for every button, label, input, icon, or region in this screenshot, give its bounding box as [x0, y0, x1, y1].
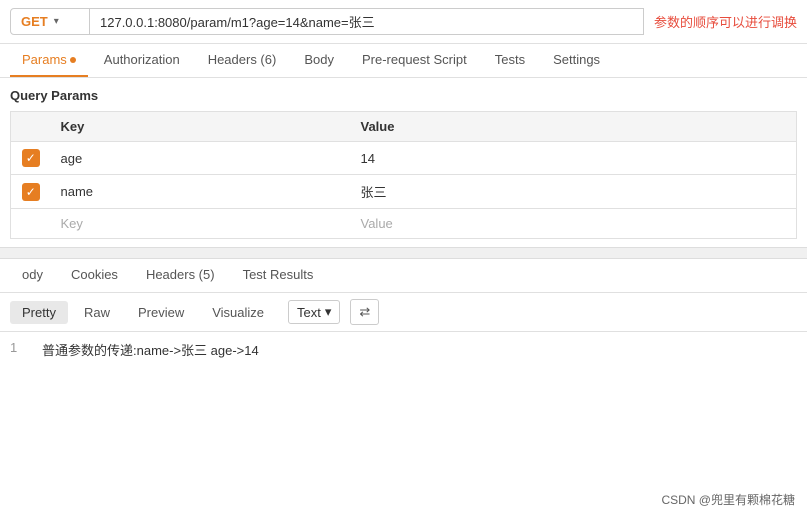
- watermark: CSDN @兜里有颗棉花糖: [661, 491, 795, 508]
- col-check: [11, 112, 51, 142]
- text-format-select[interactable]: Text ▾: [288, 300, 340, 324]
- key-placeholder: Key: [61, 216, 83, 231]
- btn-pretty[interactable]: Pretty: [10, 301, 68, 324]
- chevron-down-icon: ▾: [325, 304, 332, 320]
- checkbox-cell[interactable]: ✓: [11, 175, 51, 209]
- checkbox-cell[interactable]: ✓: [11, 142, 51, 175]
- params-table: Key Value ✓ age 14 ✓ name 张三: [10, 111, 797, 239]
- method-select[interactable]: GET ▾: [10, 8, 90, 35]
- params-dot: [70, 57, 76, 63]
- wrap-icon: ⇄: [359, 304, 370, 320]
- tab-authorization[interactable]: Authorization: [92, 44, 192, 77]
- section-divider: [0, 247, 807, 259]
- text-format-label: Text: [297, 305, 321, 320]
- key-cell-name[interactable]: name: [51, 175, 351, 209]
- tab-cookies[interactable]: Cookies: [59, 259, 130, 292]
- tab-tests[interactable]: Tests: [483, 44, 537, 77]
- btn-visualize[interactable]: Visualize: [200, 301, 276, 324]
- format-bar: Pretty Raw Preview Visualize Text ▾ ⇄: [0, 293, 807, 332]
- key-cell-empty[interactable]: Key: [51, 209, 351, 239]
- tab-test-results[interactable]: Test Results: [231, 259, 326, 292]
- line-number: 1: [10, 340, 26, 359]
- table-row: ✓ age 14: [11, 142, 797, 175]
- query-params-section: Query Params Key Value ✓ age 14 ✓ name: [0, 78, 807, 239]
- col-value: Value: [351, 112, 797, 142]
- table-row-empty: Key Value: [11, 209, 797, 239]
- btn-raw[interactable]: Raw: [72, 301, 122, 324]
- url-input[interactable]: [90, 8, 644, 35]
- btn-preview[interactable]: Preview: [126, 301, 196, 324]
- tab-headers-response[interactable]: Headers (5): [134, 259, 227, 292]
- tab-headers[interactable]: Headers (6): [196, 44, 289, 77]
- method-text: GET: [21, 14, 48, 29]
- url-hint: 参数的顺序可以进行调换: [654, 12, 797, 31]
- key-cell-age[interactable]: age: [51, 142, 351, 175]
- request-tab-bar: Params Authorization Headers (6) Body Pr…: [0, 44, 807, 78]
- checkbox-name[interactable]: ✓: [22, 183, 40, 201]
- tab-prerequest[interactable]: Pre-request Script: [350, 44, 479, 77]
- value-cell-name[interactable]: 张三: [351, 175, 797, 209]
- tab-settings[interactable]: Settings: [541, 44, 612, 77]
- value-cell-age[interactable]: 14: [351, 142, 797, 175]
- col-key: Key: [51, 112, 351, 142]
- tab-body-response[interactable]: ody: [10, 259, 55, 292]
- checkbox-empty: [11, 209, 51, 239]
- value-cell-empty[interactable]: Value: [351, 209, 797, 239]
- checkbox-age[interactable]: ✓: [22, 149, 40, 167]
- url-bar: GET ▾ 参数的顺序可以进行调换: [0, 0, 807, 44]
- table-row: ✓ name 张三: [11, 175, 797, 209]
- chevron-down-icon: ▾: [54, 16, 59, 27]
- section-title: Query Params: [10, 88, 797, 103]
- wrap-icon-button[interactable]: ⇄: [350, 299, 379, 325]
- response-tab-bar: ody Cookies Headers (5) Test Results: [0, 259, 807, 293]
- tab-body[interactable]: Body: [292, 44, 346, 77]
- response-body: 1 普通参数的传递:name->张三 age->14: [0, 332, 807, 367]
- tab-params[interactable]: Params: [10, 44, 88, 77]
- response-content: 普通参数的传递:name->张三 age->14: [42, 340, 259, 359]
- value-placeholder: Value: [361, 216, 393, 231]
